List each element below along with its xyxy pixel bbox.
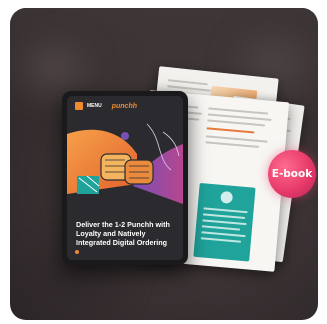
ebook-badge: E-book <box>268 150 316 198</box>
brand-left-label: MENU <box>87 102 102 109</box>
ebook-title: Deliver the 1-2 Punchh with Loyalty and … <box>76 220 170 247</box>
ebook-promo-card[interactable]: MENU punchh Deliver the 1-2 Punchh with … <box>10 8 318 320</box>
page-highlight-box <box>193 182 256 262</box>
accent-dot <box>75 250 79 254</box>
background-blur <box>24 48 84 88</box>
tablet-device: MENU punchh Deliver the 1-2 Punchh with … <box>62 91 188 265</box>
brand-logos: MENU punchh <box>75 102 137 110</box>
tablet-screen: MENU punchh Deliver the 1-2 Punchh with … <box>67 96 183 260</box>
brand-right-label: punchh <box>111 102 138 110</box>
fist-bump-illustration <box>67 123 183 204</box>
ebook-badge-label: E-book <box>271 168 313 180</box>
menu-logo-icon <box>75 102 83 110</box>
